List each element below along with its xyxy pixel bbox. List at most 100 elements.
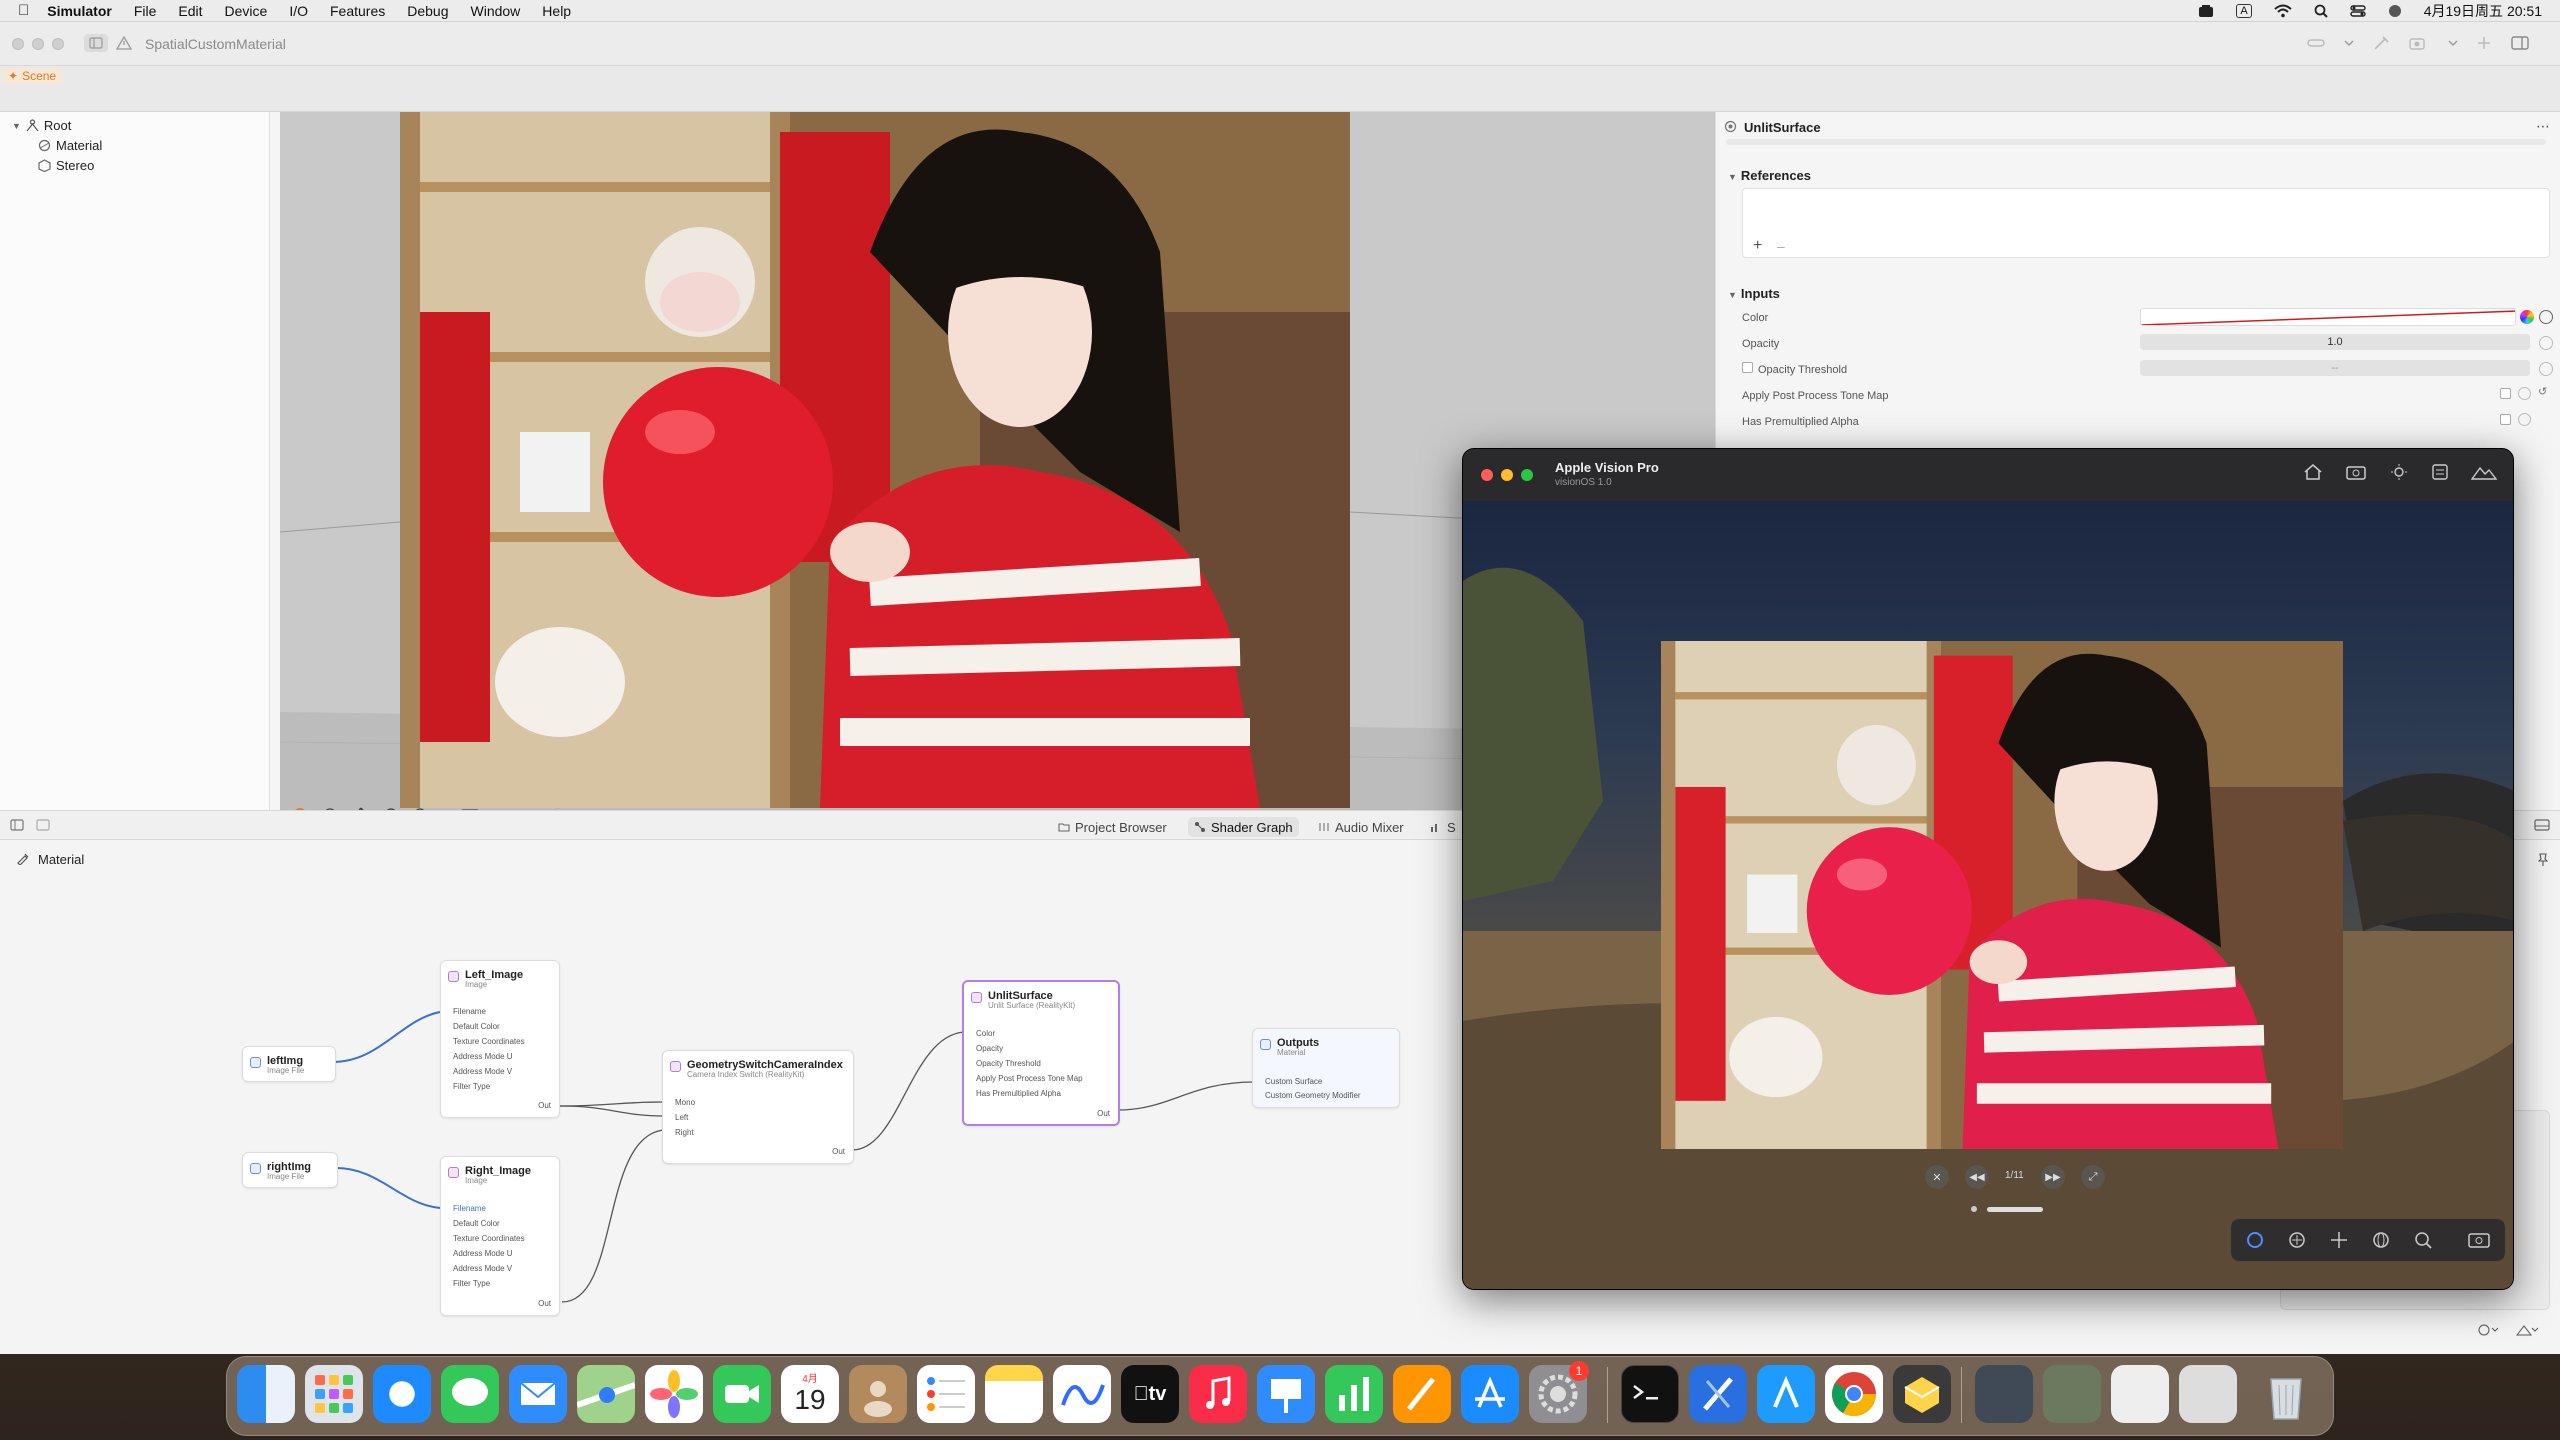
minimized-window-1[interactable]: [1975, 1365, 2033, 1423]
messages-icon[interactable]: [441, 1365, 499, 1423]
connect-input-icon[interactable]: [2518, 413, 2531, 426]
port-filename[interactable]: Filename: [453, 1204, 486, 1213]
keynote-icon[interactable]: [1257, 1365, 1315, 1423]
app-store-icon[interactable]: [1461, 1365, 1519, 1423]
facetime-icon[interactable]: [713, 1365, 771, 1423]
close-viewer-icon[interactable]: ✕: [1925, 1165, 1949, 1189]
port-mono[interactable]: Mono: [675, 1098, 695, 1107]
screenshot-icon[interactable]: [2345, 463, 2367, 481]
scene-tab[interactable]: ✦ Scene: [2, 68, 63, 84]
orbit-tool-icon[interactable]: [2371, 1230, 2391, 1250]
chrome-icon[interactable]: [1825, 1365, 1883, 1423]
node-geometry-switch-camera-index[interactable]: GeometrySwitchCameraIndex Camera Index S…: [662, 1050, 854, 1164]
menu-window[interactable]: Window: [471, 3, 521, 19]
device-settings-icon[interactable]: [2431, 463, 2449, 481]
camera-reset-icon[interactable]: [2467, 1231, 2491, 1249]
zoom-tool-icon[interactable]: [2413, 1230, 2433, 1250]
editor-layout-icon[interactable]: [36, 819, 50, 831]
menu-device[interactable]: Device: [225, 3, 268, 19]
color-well[interactable]: [2140, 308, 2516, 326]
safari-icon[interactable]: [373, 1365, 431, 1423]
tab-shader-graph[interactable]: Shader Graph: [1188, 817, 1299, 837]
menu-io[interactable]: I/O: [289, 3, 308, 19]
toolbar-add-icon[interactable]: [2476, 35, 2492, 51]
graph-layout-icon[interactable]: [2516, 1324, 2540, 1336]
port-texture-coordinates[interactable]: Texture Coordinates: [453, 1234, 525, 1243]
port-filter-type[interactable]: Filter Type: [453, 1279, 490, 1288]
opacity-threshold-field[interactable]: --: [2140, 360, 2530, 376]
tab-statistics[interactable]: S: [1424, 817, 1462, 837]
calendar-icon[interactable]: 4月 19: [781, 1365, 839, 1423]
reality-composer-pro-icon[interactable]: [1757, 1365, 1815, 1423]
trash-icon[interactable]: [2257, 1365, 2315, 1423]
editor-panel-toggle-icon[interactable]: [2534, 819, 2550, 831]
port-left[interactable]: Left: [675, 1113, 688, 1122]
reminders-icon[interactable]: [917, 1365, 975, 1423]
sidebar-toggle-icon[interactable]: [84, 34, 108, 52]
port-tone-map[interactable]: Apply Post Process Tone Map: [976, 1074, 1083, 1083]
previous-image-icon[interactable]: ◀◀: [1965, 1165, 1989, 1189]
color-picker-icon[interactable]: [2520, 310, 2534, 324]
tree-item-material[interactable]: Material: [38, 138, 102, 153]
port-default-color[interactable]: Default Color: [453, 1219, 500, 1228]
numbers-icon[interactable]: [1325, 1365, 1383, 1423]
maps-icon[interactable]: [577, 1365, 635, 1423]
port-filter-type[interactable]: Filter Type: [453, 1082, 490, 1091]
disclosure-chevron-icon[interactable]: ▼: [12, 121, 21, 131]
port-custom-geometry-modifier[interactable]: Custom Geometry Modifier: [1265, 1091, 1361, 1100]
toolbar-dropdown-icon[interactable]: [2344, 35, 2354, 51]
tree-item-stereo[interactable]: Stereo: [38, 158, 94, 173]
brightness-icon[interactable]: [2389, 463, 2409, 481]
launchpad-icon[interactable]: [305, 1365, 363, 1423]
minimized-window-3[interactable]: [2111, 1365, 2169, 1423]
port-premultiplied-alpha[interactable]: Has Premultiplied Alpha: [976, 1089, 1061, 1098]
wifi-icon[interactable]: [2274, 4, 2292, 18]
music-icon[interactable]: [1189, 1365, 1247, 1423]
reset-value-icon[interactable]: ↺: [2538, 385, 2547, 398]
inspector-more-icon[interactable]: ⋯: [2536, 118, 2550, 135]
notes-icon[interactable]: [985, 1365, 1043, 1423]
references-list[interactable]: + –: [1742, 188, 2550, 258]
minimized-window-4[interactable]: [2179, 1365, 2237, 1423]
connect-input-icon[interactable]: [2539, 310, 2553, 324]
port-out[interactable]: Out: [832, 1147, 845, 1156]
port-out[interactable]: Out: [538, 1101, 551, 1110]
terminal-icon[interactable]: [1621, 1365, 1679, 1423]
disclosure-chevron-icon[interactable]: ▼: [1728, 290, 1737, 300]
remove-reference-icon[interactable]: –: [1777, 238, 1785, 254]
freeform-icon[interactable]: [1053, 1365, 1111, 1423]
opacity-field[interactable]: 1.0: [2140, 334, 2530, 350]
menu-app-name[interactable]: Simulator: [47, 3, 112, 19]
home-icon[interactable]: [2303, 463, 2323, 481]
tone-map-checkbox[interactable]: [2500, 388, 2511, 399]
look-tool-icon[interactable]: [2287, 1230, 2307, 1250]
port-opacity[interactable]: Opacity: [976, 1044, 1003, 1053]
graph-settings-icon[interactable]: [2478, 1324, 2502, 1336]
connect-input-icon[interactable]: [2539, 362, 2553, 376]
window-grabber-dot[interactable]: [1971, 1206, 1977, 1212]
control-center-icon[interactable]: [2350, 4, 2366, 18]
tab-audio-mixer[interactable]: Audio Mixer: [1312, 817, 1410, 837]
node-unlit-surface[interactable]: UnlitSurface Unlit Surface (RealityKit) …: [962, 980, 1120, 1126]
port-out[interactable]: Out: [538, 1299, 551, 1308]
tab-project-browser[interactable]: Project Browser: [1052, 817, 1173, 837]
port-color[interactable]: Color: [976, 1029, 995, 1038]
premultiplied-alpha-checkbox[interactable]: [2500, 414, 2511, 425]
port-texture-coordinates[interactable]: Texture Coordinates: [453, 1037, 525, 1046]
menu-edit[interactable]: Edit: [178, 3, 202, 19]
connect-input-icon[interactable]: [2518, 387, 2531, 400]
environment-icon[interactable]: [2471, 463, 2497, 481]
pan-tool-icon[interactable]: [2329, 1230, 2349, 1250]
photos-icon[interactable]: [645, 1365, 703, 1423]
menu-file[interactable]: File: [134, 3, 157, 19]
zoom-window-button[interactable]: [1521, 469, 1533, 481]
inputs-section-header[interactable]: ▼ Inputs: [1728, 286, 1780, 301]
warning-icon[interactable]: [116, 36, 132, 50]
toolbar-inspector-toggle-icon[interactable]: [2510, 35, 2530, 51]
simulator-icon[interactable]: [1893, 1365, 1951, 1423]
apple-menu-icon[interactable]: : [18, 2, 29, 19]
add-reference-icon[interactable]: +: [1753, 237, 1762, 255]
xcode-icon[interactable]: [1689, 1365, 1747, 1423]
minimized-window-2[interactable]: [2043, 1365, 2101, 1423]
disclosure-chevron-icon[interactable]: ▼: [1728, 172, 1737, 182]
